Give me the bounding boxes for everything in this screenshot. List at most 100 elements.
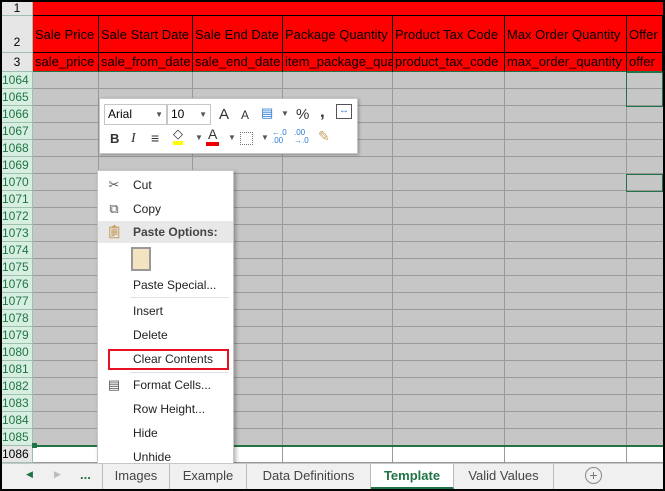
menu-item-hide[interactable]: Hide bbox=[98, 422, 233, 444]
row-header[interactable]: 1074 bbox=[2, 242, 33, 259]
paste-options-header: 📋︎ Paste Options: bbox=[98, 221, 233, 243]
shrink-font-button[interactable]: A bbox=[241, 108, 249, 122]
format-cells-icon: ▤ bbox=[107, 377, 121, 392]
column-label[interactable]: Sale End Date bbox=[193, 16, 283, 53]
tab-example[interactable]: Example bbox=[170, 464, 247, 489]
row-header[interactable]: 1067 bbox=[2, 123, 33, 140]
row-header[interactable]: 1069 bbox=[2, 157, 33, 174]
row-header-2[interactable]: 2 bbox=[2, 16, 33, 53]
menu-label: Cut bbox=[133, 178, 152, 192]
row-header[interactable]: 1065 bbox=[2, 89, 33, 106]
row-header[interactable]: 1073 bbox=[2, 225, 33, 242]
tab-valid-values[interactable]: Valid Values bbox=[454, 464, 554, 489]
row-header[interactable]: 1084 bbox=[2, 412, 33, 429]
menu-label: Paste Special... bbox=[133, 278, 217, 292]
mini-toolbar: Arial ▼ 10 ▼ A A ▤ ▼ % , ↔ B I ≡ ◇ ▼ A ▼ ▼… bbox=[99, 98, 358, 154]
gridline bbox=[626, 72, 627, 463]
row-header[interactable]: 1077 bbox=[2, 293, 33, 310]
row-header[interactable]: 1083 bbox=[2, 395, 33, 412]
font-name-dropdown[interactable]: Arial ▼ bbox=[104, 104, 167, 125]
scroll-right-icon[interactable]: ▶ bbox=[54, 469, 61, 480]
row1-banner bbox=[33, 2, 663, 16]
italic-button[interactable]: I bbox=[131, 131, 136, 147]
column-field[interactable]: sale_price bbox=[33, 53, 99, 72]
format-painter-icon[interactable]: ✎ bbox=[318, 128, 330, 145]
menu-item-cut[interactable]: ✂ Cut bbox=[98, 174, 233, 196]
chevron-down-icon[interactable]: ▼ bbox=[228, 133, 236, 142]
row-header[interactable]: 1064 bbox=[2, 72, 33, 89]
chevron-down-icon[interactable]: ▼ bbox=[195, 133, 203, 142]
gridline bbox=[392, 72, 393, 463]
row-header[interactable]: 1079 bbox=[2, 327, 33, 344]
menu-item-paste-special[interactable]: Paste Special... bbox=[98, 274, 233, 296]
cell-outline bbox=[626, 72, 663, 107]
menu-label: Copy bbox=[133, 202, 162, 216]
add-sheet-button[interactable]: + bbox=[585, 467, 602, 484]
menu-label: Row Height... bbox=[133, 402, 206, 416]
merge-center-icon[interactable]: ↔ bbox=[336, 104, 352, 119]
align-center-icon[interactable]: ≡ bbox=[151, 130, 159, 146]
more-sheets-button[interactable]: ... bbox=[80, 467, 91, 482]
sheet-tab-bar: ◀ ▶ ... Images Example Data Definitions … bbox=[2, 463, 663, 489]
column-field[interactable]: sale_end_date bbox=[193, 53, 283, 72]
column-label[interactable]: Sale Start Date bbox=[99, 16, 193, 53]
column-label[interactable]: Package Quantity bbox=[283, 16, 393, 53]
row-header-3[interactable]: 3 bbox=[2, 53, 33, 72]
fill-handle[interactable] bbox=[32, 443, 37, 448]
column-label[interactable]: Max Order Quantity bbox=[505, 16, 627, 53]
menu-item-format-cells[interactable]: ▤ Format Cells... bbox=[98, 374, 233, 396]
paste-icon[interactable] bbox=[131, 247, 151, 271]
bold-button[interactable]: B bbox=[110, 131, 119, 146]
row-header[interactable]: 1066 bbox=[2, 106, 33, 123]
column-label[interactable]: Product Tax Code bbox=[393, 16, 505, 53]
scroll-left-icon[interactable]: ◀ bbox=[26, 469, 33, 480]
font-color-button[interactable]: A bbox=[206, 127, 220, 146]
row-header[interactable]: 1068 bbox=[2, 140, 33, 157]
row-header[interactable]: 1070 bbox=[2, 174, 33, 191]
menu-label: Paste Options: bbox=[133, 225, 218, 239]
tab-images[interactable]: Images bbox=[102, 464, 170, 489]
row-header[interactable]: 1075 bbox=[2, 259, 33, 276]
column-label[interactable]: Sale Price bbox=[33, 16, 99, 53]
borders-icon[interactable] bbox=[240, 132, 253, 145]
scissors-icon: ✂ bbox=[108, 177, 120, 192]
row-header[interactable]: 1082 bbox=[2, 378, 33, 395]
row-header[interactable]: 1080 bbox=[2, 344, 33, 361]
grow-font-button[interactable]: A bbox=[219, 106, 229, 123]
chevron-down-icon[interactable]: ▼ bbox=[261, 133, 269, 142]
accounting-format-icon[interactable]: ▤ bbox=[261, 105, 273, 121]
increase-decimal-button[interactable]: ←.0 .00 bbox=[272, 129, 287, 145]
tab-template[interactable]: Template bbox=[371, 464, 454, 489]
font-size-value: 10 bbox=[171, 107, 185, 121]
chevron-down-icon[interactable]: ▼ bbox=[281, 109, 289, 118]
fill-color-icon[interactable]: ◇ bbox=[173, 127, 183, 145]
menu-item-copy[interactable]: ⧉ Copy bbox=[98, 198, 233, 220]
font-size-dropdown[interactable]: 10 ▼ bbox=[167, 104, 211, 125]
column-field[interactable]: item_package_quantity bbox=[283, 53, 393, 72]
row-header[interactable]: 1085 bbox=[2, 429, 33, 446]
tab-data-definitions[interactable]: Data Definitions bbox=[247, 464, 371, 489]
gridline bbox=[33, 88, 663, 89]
row-header[interactable]: 1086 bbox=[2, 446, 33, 463]
row-header[interactable]: 1072 bbox=[2, 208, 33, 225]
row-header[interactable]: 1076 bbox=[2, 276, 33, 293]
column-field[interactable]: product_tax_code bbox=[393, 53, 505, 72]
column-field[interactable]: sale_from_date bbox=[99, 53, 193, 72]
row-header[interactable]: 1078 bbox=[2, 310, 33, 327]
column-field[interactable]: max_order_quantity bbox=[505, 53, 627, 72]
menu-item-row-height[interactable]: Row Height... bbox=[98, 398, 233, 420]
row-header[interactable]: 1071 bbox=[2, 191, 33, 208]
percent-button[interactable]: % bbox=[296, 106, 309, 123]
row-header-1[interactable]: 1 bbox=[2, 2, 33, 16]
decrease-decimal-button[interactable]: .00 →.0 bbox=[294, 129, 309, 145]
context-menu: ✂ Cut ⧉ Copy 📋︎ Paste Options: Paste Specia… bbox=[97, 170, 234, 466]
row-header[interactable]: 1081 bbox=[2, 361, 33, 378]
column-label[interactable]: Offer bbox=[627, 16, 663, 53]
cell-outline bbox=[626, 174, 663, 192]
menu-item-insert[interactable]: Insert bbox=[98, 300, 233, 322]
menu-item-delete[interactable]: Delete bbox=[98, 324, 233, 346]
comma-style-button[interactable]: , bbox=[320, 102, 325, 122]
menu-label: Hide bbox=[133, 426, 158, 440]
divider bbox=[130, 372, 229, 373]
column-field[interactable]: offer bbox=[627, 53, 663, 72]
